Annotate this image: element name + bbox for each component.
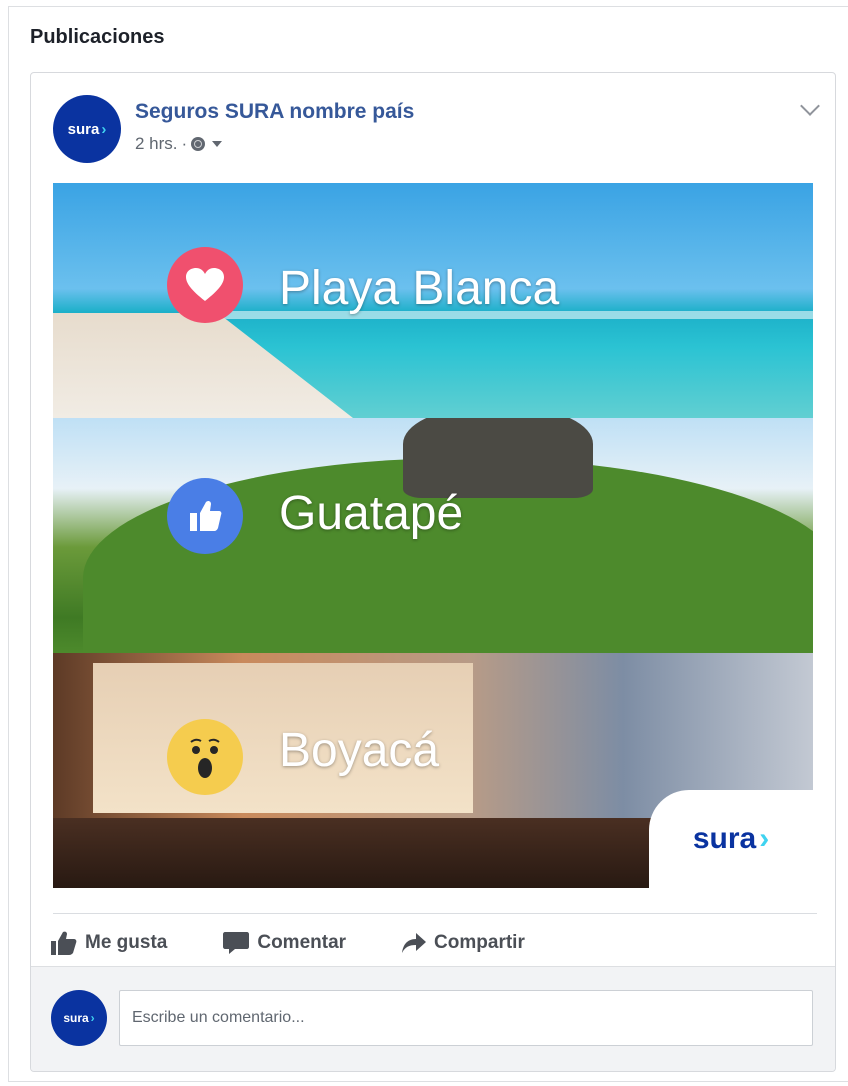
avatar-chevron-icon: › — [90, 1011, 95, 1025]
banner-boyaca[interactable]: Boyacá sura › — [53, 653, 813, 888]
destination-label: Playa Blanca — [279, 262, 560, 315]
wow-icon — [167, 719, 243, 795]
sura-chevron-icon: › — [759, 822, 770, 855]
post-actions: Me gusta Comentar Compartir — [51, 927, 525, 959]
commenter-avatar[interactable]: sura › — [51, 990, 107, 1046]
banner-playa-blanca[interactable]: Playa Blanca — [53, 183, 813, 418]
share-label: Compartir — [434, 932, 525, 953]
thumbs-up-icon — [51, 931, 77, 955]
page-avatar[interactable]: sura › — [53, 95, 121, 163]
beach-sand — [53, 313, 353, 418]
avatar-chevron-icon: › — [101, 120, 107, 138]
comment-icon — [223, 932, 250, 954]
banner-guatape[interactable]: Guatapé — [53, 418, 813, 653]
page-name-link[interactable]: Seguros SURA nombre país — [135, 100, 414, 124]
comment-input[interactable] — [119, 990, 813, 1046]
post-meta: 2 hrs. · — [135, 134, 223, 154]
chevron-down-icon[interactable] — [800, 96, 820, 116]
comment-button[interactable]: Comentar — [223, 931, 346, 955]
share-button[interactable]: Compartir — [402, 932, 525, 954]
caret-down-icon[interactable] — [212, 141, 223, 147]
destination-label: Guatapé — [279, 487, 464, 540]
destination-label: Boyacá — [279, 724, 440, 777]
actions-divider — [53, 913, 817, 914]
globe-icon[interactable] — [191, 137, 206, 151]
love-icon — [167, 247, 243, 323]
post-card: sura › Seguros SURA nombre país 2 hrs. · … — [30, 72, 836, 1072]
like-icon — [167, 478, 243, 554]
meta-separator: · — [181, 134, 188, 153]
post-timestamp[interactable]: 2 hrs. — [135, 134, 178, 154]
avatar-logo-text: sura — [63, 1011, 89, 1025]
avatar-logo-text: sura — [67, 120, 100, 138]
section-title: Publicaciones — [30, 26, 165, 48]
sura-logo: sura › — [649, 790, 813, 888]
share-arrow-icon — [402, 933, 427, 953]
like-button[interactable]: Me gusta — [51, 931, 167, 955]
like-label: Me gusta — [85, 932, 168, 953]
sura-logo-text: sura — [692, 822, 757, 855]
comment-label: Comentar — [257, 932, 347, 953]
